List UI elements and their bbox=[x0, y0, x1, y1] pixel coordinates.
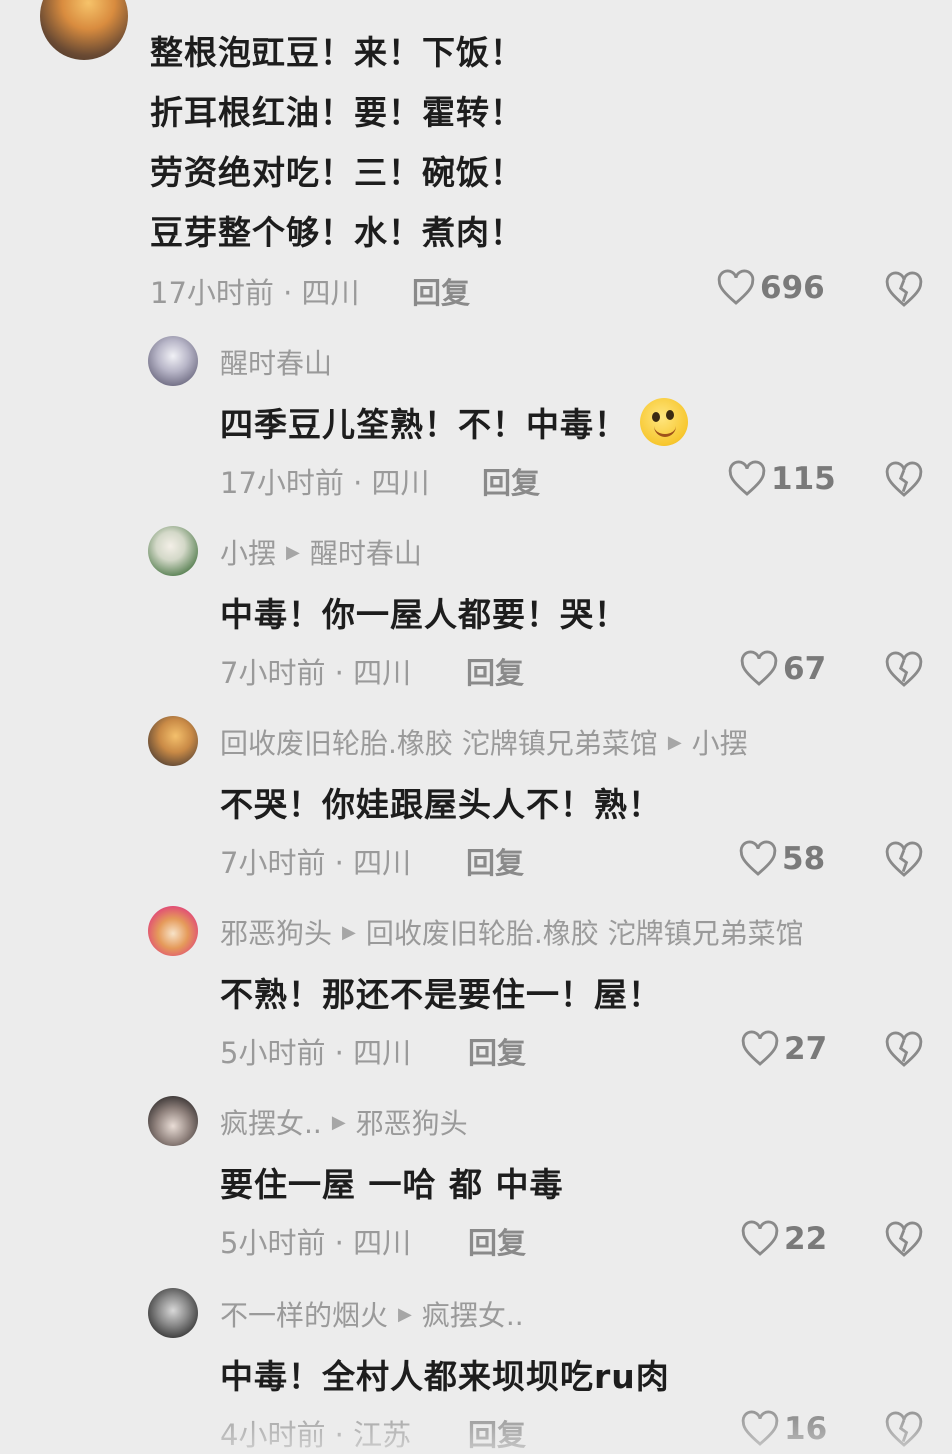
like-button[interactable]: 27 bbox=[740, 1029, 827, 1069]
dislike-icon[interactable] bbox=[884, 840, 924, 880]
like-button[interactable]: 22 bbox=[740, 1219, 827, 1259]
comment-meta: 7小时前 · 四川 bbox=[220, 656, 412, 690]
user-name[interactable]: 小摆 bbox=[220, 532, 276, 572]
comment-text-line: 豆芽整个够！水！煮肉！ bbox=[150, 213, 524, 252]
like-button[interactable]: 115 bbox=[727, 459, 836, 499]
reply-button[interactable]: 回复 bbox=[412, 270, 470, 312]
avatar[interactable] bbox=[148, 1096, 198, 1146]
user-name-row: 疯摆女.. ▶ 邪恶狗头 bbox=[220, 1102, 468, 1142]
user-name[interactable]: 不一样的烟火 bbox=[220, 1294, 388, 1334]
user-name-row: 回收废旧轮胎.橡胶 沱牌镇兄弟菜馆 ▶ 小摆 bbox=[220, 722, 748, 762]
like-count: 115 bbox=[771, 461, 836, 497]
heart-icon bbox=[741, 1410, 779, 1446]
reply-arrow-icon: ▶ bbox=[286, 541, 300, 563]
like-button[interactable]: 696 bbox=[716, 268, 825, 308]
reply-arrow-icon: ▶ bbox=[398, 1303, 412, 1325]
heart-icon bbox=[740, 650, 778, 686]
dislike-icon[interactable] bbox=[884, 460, 924, 500]
reply-button[interactable]: 回复 bbox=[466, 650, 524, 692]
user-name[interactable]: 醒时春山 bbox=[220, 342, 332, 382]
dislike-icon[interactable] bbox=[884, 1030, 924, 1070]
avatar[interactable] bbox=[148, 716, 198, 766]
comment-text-line: 折耳根红油！要！霍转！ bbox=[150, 93, 524, 132]
like-count: 58 bbox=[782, 841, 826, 877]
like-count: 27 bbox=[784, 1031, 828, 1067]
comment-thread: 整根泡豇豆！来！下饭！ 折耳根红油！要！霍转！ 劳资绝对吃！三！碗饭！ 豆芽整个… bbox=[0, 0, 952, 1452]
reply-button[interactable]: 回复 bbox=[468, 1412, 526, 1454]
comment-text-line: 劳资绝对吃！三！碗饭！ bbox=[150, 153, 524, 192]
like-count: 696 bbox=[760, 270, 825, 306]
dislike-icon[interactable] bbox=[884, 1220, 924, 1260]
user-name-row: 邪恶狗头 ▶ 回收废旧轮胎.橡胶 沱牌镇兄弟菜馆 bbox=[220, 912, 804, 952]
avatar[interactable] bbox=[148, 336, 198, 386]
heart-icon bbox=[728, 460, 766, 496]
heart-icon bbox=[717, 269, 755, 305]
comment-meta: 5小时前 · 四川 bbox=[220, 1036, 412, 1070]
reply-text: 中毒！你一屋人都要！哭！ bbox=[220, 595, 628, 634]
comment-meta: 17小时前 · 四川 bbox=[220, 466, 430, 500]
comment-meta: 5小时前 · 四川 bbox=[220, 1226, 412, 1260]
like-button[interactable]: 67 bbox=[739, 649, 826, 689]
heart-icon bbox=[739, 840, 777, 876]
reply-arrow-icon: ▶ bbox=[667, 731, 682, 753]
reply-button[interactable]: 回复 bbox=[482, 460, 540, 502]
smiley-emoji-icon bbox=[640, 398, 688, 446]
user-name-row: 小摆 ▶ 醒时春山 bbox=[220, 532, 422, 572]
avatar[interactable] bbox=[148, 906, 198, 956]
user-name-row: 醒时春山 bbox=[220, 342, 332, 382]
comment-text-line: 整根泡豇豆！来！下饭！ bbox=[150, 33, 524, 72]
comment-meta: 17小时前 · 四川 bbox=[150, 276, 360, 310]
reply-button[interactable]: 回复 bbox=[468, 1030, 526, 1072]
dislike-icon[interactable] bbox=[884, 270, 924, 310]
reply-text-row: 中毒！你一屋人都要！哭！ bbox=[220, 588, 628, 636]
reply-to-name[interactable]: 疯摆女.. bbox=[422, 1294, 524, 1334]
reply-text: 四季豆儿筌熟！不！中毒！ bbox=[220, 405, 628, 444]
reply-text-row: 中毒！全村人都来坝坝吃ru肉 bbox=[220, 1350, 670, 1398]
user-name[interactable]: 回收废旧轮胎.橡胶 沱牌镇兄弟菜馆 bbox=[220, 722, 658, 762]
comment-meta: 4小时前 · 江苏 bbox=[220, 1418, 412, 1452]
reply-text: 不哭！你娃跟屋头人不！熟！ bbox=[220, 785, 662, 824]
reply-arrow-icon: ▶ bbox=[342, 921, 356, 943]
dislike-icon[interactable] bbox=[884, 650, 924, 690]
reply-arrow-icon: ▶ bbox=[331, 1111, 346, 1133]
avatar[interactable] bbox=[40, 0, 128, 60]
user-name[interactable]: 邪恶狗头 bbox=[220, 912, 332, 952]
comment-meta: 7小时前 · 四川 bbox=[220, 846, 412, 880]
dislike-icon[interactable] bbox=[884, 1410, 924, 1450]
reply-text: 不熟！那还不是要住一！屋！ bbox=[220, 975, 662, 1014]
like-count: 22 bbox=[784, 1221, 828, 1257]
reply-text-row: 不熟！那还不是要住一！屋！ bbox=[220, 968, 662, 1016]
reply-text: 中毒！全村人都来坝坝吃ru肉 bbox=[220, 1357, 670, 1396]
user-name-row: 不一样的烟火 ▶ 疯摆女.. bbox=[220, 1294, 524, 1334]
reply-button[interactable]: 回复 bbox=[468, 1220, 526, 1262]
avatar[interactable] bbox=[148, 526, 198, 576]
reply-to-name[interactable]: 回收废旧轮胎.橡胶 沱牌镇兄弟菜馆 bbox=[366, 912, 804, 952]
heart-icon bbox=[741, 1030, 779, 1066]
like-button[interactable]: 16 bbox=[740, 1409, 827, 1449]
like-count: 16 bbox=[784, 1411, 828, 1447]
reply-text-row: 四季豆儿筌熟！不！中毒！ bbox=[220, 398, 688, 446]
avatar[interactable] bbox=[148, 1288, 198, 1338]
reply-text-row: 要住一屋 一哈 都 中毒 bbox=[220, 1158, 563, 1206]
reply-text: 要住一屋 一哈 都 中毒 bbox=[220, 1165, 564, 1204]
reply-to-name[interactable]: 小摆 bbox=[692, 722, 748, 762]
heart-icon bbox=[741, 1220, 779, 1256]
reply-to-name[interactable]: 邪恶狗头 bbox=[356, 1102, 468, 1142]
like-button[interactable]: 58 bbox=[738, 839, 825, 879]
user-name[interactable]: 疯摆女.. bbox=[220, 1102, 322, 1142]
reply-to-name[interactable]: 醒时春山 bbox=[310, 532, 422, 572]
like-count: 67 bbox=[783, 651, 827, 687]
reply-text-row: 不哭！你娃跟屋头人不！熟！ bbox=[220, 778, 662, 826]
reply-button[interactable]: 回复 bbox=[466, 840, 524, 882]
